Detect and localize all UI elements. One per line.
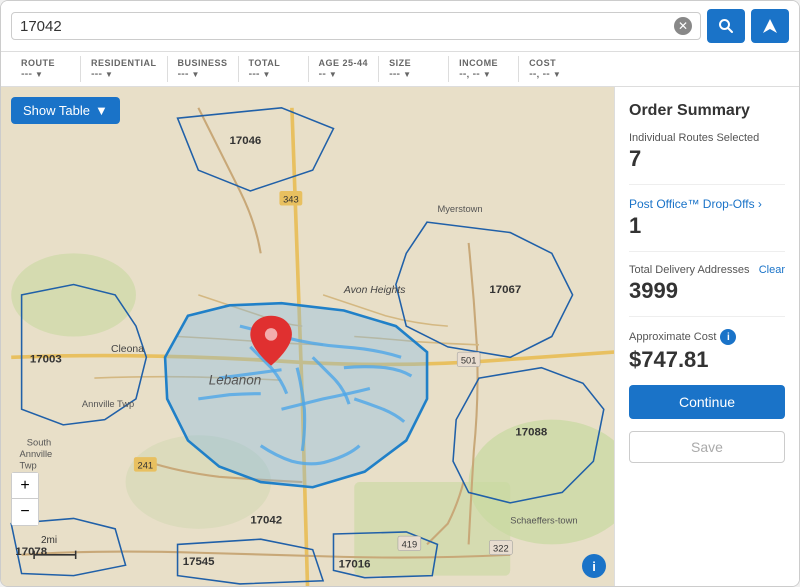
filter-total-label: TOTAL xyxy=(249,58,298,68)
post-office-link[interactable]: Post Office™ Drop-Offs › xyxy=(629,197,785,211)
order-panel: Order Summary Individual Routes Selected… xyxy=(614,87,799,586)
svg-text:Twp: Twp xyxy=(20,461,37,471)
filter-business[interactable]: BUSINESS --- ▼ xyxy=(168,56,239,82)
svg-text:419: 419 xyxy=(402,540,418,550)
show-table-button[interactable]: Show Table ▼ xyxy=(11,97,120,124)
main-container: ✕ ROUTE --- ▼ RESIDENTIAL --- xyxy=(0,0,800,587)
svg-text:Myerstown: Myerstown xyxy=(437,204,482,214)
map-info-button[interactable]: i xyxy=(582,554,606,578)
individual-routes-label: Individual Routes Selected xyxy=(629,132,785,144)
filter-age-label: AGE 25-44 xyxy=(319,58,369,68)
total-delivery-section: Total Delivery Addresses Clear 3999 xyxy=(629,264,785,304)
zip-17046: 17046 xyxy=(230,135,262,147)
filter-size-value: --- xyxy=(389,68,400,80)
filter-total-arrow: ▼ xyxy=(263,70,271,79)
filter-cost-arrow: ▼ xyxy=(553,70,561,79)
filter-residential[interactable]: RESIDENTIAL --- ▼ xyxy=(81,56,168,82)
search-input[interactable] xyxy=(20,18,674,35)
filter-cost-value: --, -- xyxy=(529,68,550,80)
svg-text:Annville: Annville xyxy=(20,449,53,459)
filter-route-value: --- xyxy=(21,68,32,80)
show-table-arrow: ▼ xyxy=(95,103,108,118)
approx-cost-label: Approximate Cost xyxy=(629,331,716,343)
zip-17088: 17088 xyxy=(515,426,547,438)
filter-cost[interactable]: COST --, -- ▼ xyxy=(519,56,589,82)
zip-17003: 17003 xyxy=(30,353,62,365)
divider-3 xyxy=(629,316,785,317)
approx-cost-value: $747.81 xyxy=(629,347,785,373)
svg-text:501: 501 xyxy=(461,356,477,366)
svg-text:322: 322 xyxy=(493,544,509,554)
filter-size-label: SIZE xyxy=(389,58,438,68)
content-area: 17046 17003 17067 17088 17078 17545 1701… xyxy=(1,87,799,586)
filter-route-arrow: ▼ xyxy=(35,70,43,79)
filter-size[interactable]: SIZE --- ▼ xyxy=(379,56,449,82)
divider-1 xyxy=(629,184,785,185)
approx-cost-section: Approximate Cost i $747.81 xyxy=(629,329,785,373)
svg-text:Lebanon: Lebanon xyxy=(209,372,262,387)
approx-cost-info-button[interactable]: i xyxy=(720,329,736,345)
svg-text:South: South xyxy=(27,438,51,448)
map-svg: 17046 17003 17067 17088 17078 17545 1701… xyxy=(1,87,614,586)
filter-age-arrow: ▼ xyxy=(329,70,337,79)
filter-income-value: --, -- xyxy=(459,68,480,80)
svg-text:Schaeffers-town: Schaeffers-town xyxy=(510,516,577,526)
map-canvas: 17046 17003 17067 17088 17078 17545 1701… xyxy=(1,87,614,586)
clear-search-button[interactable]: ✕ xyxy=(674,17,692,35)
filter-size-arrow: ▼ xyxy=(403,70,411,79)
search-input-wrap: ✕ xyxy=(11,12,701,40)
navigate-button[interactable] xyxy=(751,9,789,43)
svg-text:Annville Twp: Annville Twp xyxy=(82,399,134,409)
zoom-controls: + − xyxy=(11,472,39,526)
filter-income-arrow: ▼ xyxy=(483,70,491,79)
filter-route-label: ROUTE xyxy=(21,58,70,68)
zip-17545: 17545 xyxy=(183,556,215,568)
filter-business-value: --- xyxy=(178,68,189,80)
filter-row: ROUTE --- ▼ RESIDENTIAL --- ▼ BUSINESS -… xyxy=(1,52,799,87)
svg-text:Avon Heights: Avon Heights xyxy=(343,285,406,296)
filter-residential-value: --- xyxy=(91,68,102,80)
post-office-section: Post Office™ Drop-Offs › 1 xyxy=(629,197,785,239)
continue-button[interactable]: Continue xyxy=(629,385,785,419)
individual-routes-section: Individual Routes Selected 7 xyxy=(629,132,785,172)
map-scale-value: 2mi xyxy=(41,535,57,546)
navigate-icon xyxy=(762,18,778,34)
search-icon xyxy=(718,18,734,34)
zoom-in-button[interactable]: + xyxy=(12,473,38,499)
clear-button[interactable]: Clear xyxy=(759,264,785,276)
zoom-out-button[interactable]: − xyxy=(12,499,38,525)
order-summary-title: Order Summary xyxy=(629,101,785,120)
zip-17042-center: 17042 xyxy=(250,515,282,527)
search-bar: ✕ xyxy=(1,1,799,52)
zip-17078: 17078 xyxy=(15,546,47,558)
filter-income-label: INCOME xyxy=(459,58,508,68)
filter-business-label: BUSINESS xyxy=(178,58,228,68)
post-office-value: 1 xyxy=(629,213,785,239)
filter-residential-label: RESIDENTIAL xyxy=(91,58,157,68)
individual-routes-value: 7 xyxy=(629,146,785,172)
filter-total[interactable]: TOTAL --- ▼ xyxy=(239,56,309,82)
show-table-label: Show Table xyxy=(23,103,90,118)
svg-text:343: 343 xyxy=(283,194,299,204)
total-delivery-value: 3999 xyxy=(629,278,785,304)
total-delivery-label: Total Delivery Addresses xyxy=(629,264,749,276)
save-button[interactable]: Save xyxy=(629,431,785,463)
filter-route[interactable]: ROUTE --- ▼ xyxy=(11,56,81,82)
svg-text:Cleona: Cleona xyxy=(111,344,144,355)
filter-business-arrow: ▼ xyxy=(192,70,200,79)
zip-17016: 17016 xyxy=(339,558,371,570)
filter-total-value: --- xyxy=(249,68,260,80)
search-button[interactable] xyxy=(707,9,745,43)
filter-cost-label: COST xyxy=(529,58,579,68)
map-area[interactable]: 17046 17003 17067 17088 17078 17545 1701… xyxy=(1,87,614,586)
filter-age-value: -- xyxy=(319,68,326,80)
svg-text:241: 241 xyxy=(138,461,154,471)
filter-age[interactable]: AGE 25-44 -- ▼ xyxy=(309,56,380,82)
filter-residential-arrow: ▼ xyxy=(105,70,113,79)
zip-17067: 17067 xyxy=(489,284,521,296)
filter-income[interactable]: INCOME --, -- ▼ xyxy=(449,56,519,82)
map-scale: 2mi xyxy=(41,535,57,546)
divider-2 xyxy=(629,251,785,252)
